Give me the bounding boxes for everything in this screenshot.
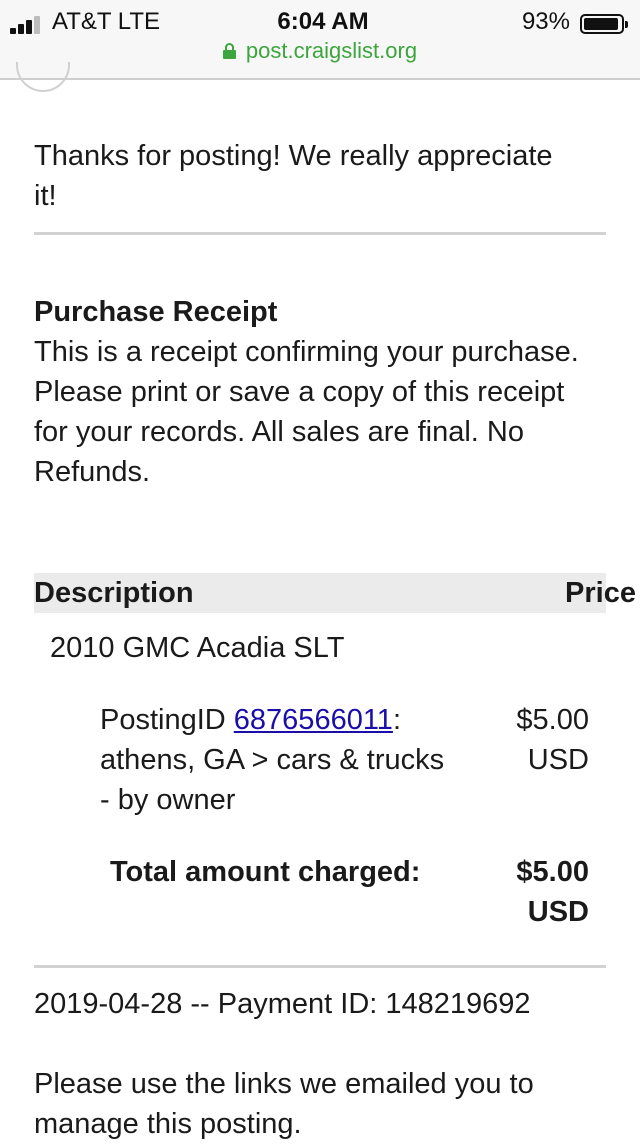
battery-percent: 93% [521, 8, 570, 35]
url-text: post.craigslist.org [245, 38, 418, 63]
lock-icon [222, 43, 236, 59]
posting-id-link[interactable]: 6876566011 [234, 704, 393, 736]
battery-icon [580, 14, 628, 34]
total-amount: $5.00 [516, 856, 589, 888]
payment-line: 2019-04-28 -- Payment ID: 148219692 [34, 988, 531, 1020]
footer-note: Please use the links we emailed you to m… [34, 1068, 534, 1140]
line-price-currency: USD [527, 744, 589, 776]
chrome-divider [0, 78, 640, 80]
table-header: Description Price [34, 573, 636, 613]
total-currency: USD [527, 896, 589, 928]
item-name: 2010 GMC Acadia SLT [50, 632, 345, 664]
total-value: $5.00 USD [516, 852, 589, 932]
address-bar[interactable]: post.craigslist.org [0, 38, 640, 68]
thanks-message: Thanks for posting! We really appreciate… [34, 140, 553, 212]
line-price-amount: $5.00 [516, 704, 589, 736]
total-label: Total amount charged: [110, 856, 421, 888]
line-item-price: $5.00 USD [516, 700, 589, 780]
line-prefix: PostingID [100, 704, 234, 736]
divider [34, 232, 606, 235]
browser-chrome: AT&T LTE 6:04 AM 93% post.craigslist.org [0, 0, 640, 92]
line-item-description: PostingID 6876566011: athens, GA > cars … [100, 700, 460, 820]
page-header-edge [16, 62, 70, 92]
receipt-title: Purchase Receipt [34, 296, 278, 328]
receipt-text: This is a receipt confirming your purcha… [34, 336, 579, 488]
status-bar: AT&T LTE 6:04 AM 93% [0, 4, 640, 36]
header-description: Description [34, 577, 194, 609]
divider [34, 965, 606, 968]
header-price: Price [565, 577, 636, 609]
